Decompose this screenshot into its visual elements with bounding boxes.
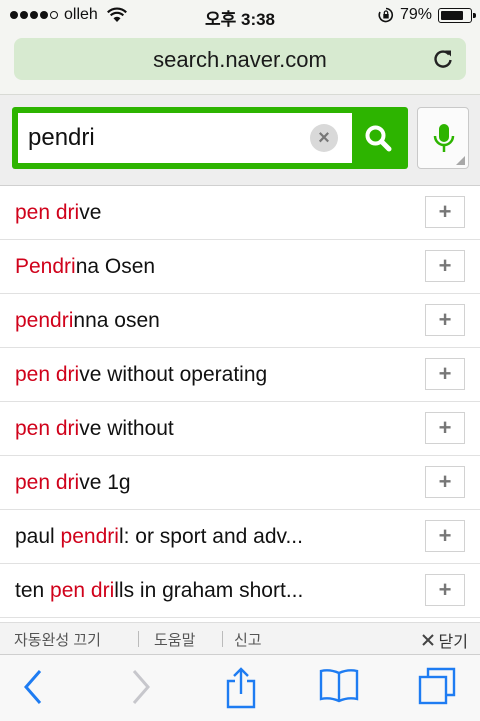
footer-divider bbox=[138, 631, 139, 647]
suggestion-item[interactable]: paul pendril: or sport and adv... + bbox=[0, 510, 480, 564]
status-bar: olleh 오후 3:38 79% bbox=[0, 0, 480, 32]
search-input[interactable]: pendri × bbox=[18, 113, 352, 163]
suggestion-match-text: pen dri bbox=[15, 363, 80, 386]
help-link[interactable]: 도움말 bbox=[154, 629, 195, 650]
address-bar-area: search.naver.com bbox=[0, 32, 480, 95]
bookmarks-icon[interactable] bbox=[318, 667, 360, 703]
report-link[interactable]: 신고 bbox=[234, 629, 262, 650]
suggestion-item[interactable]: pen drive without + bbox=[0, 402, 480, 456]
suggestion-item[interactable]: pen drive 1g + bbox=[0, 456, 480, 510]
rotation-lock-icon bbox=[378, 7, 394, 23]
close-icon bbox=[421, 634, 434, 646]
autocomplete-list: pen drive + Pendrina Osen + pendrinna osen + p… bbox=[0, 186, 480, 618]
search-box: pendri × bbox=[12, 107, 408, 169]
suggestion-rest-text: ve without operating bbox=[79, 363, 268, 386]
suggestion-text[interactable]: pen drive without bbox=[15, 417, 174, 441]
suggestion-text[interactable]: pen drive bbox=[15, 201, 101, 225]
suggestion-rest-text: ve bbox=[79, 201, 102, 224]
suggestion-item[interactable]: pendrinna osen + bbox=[0, 294, 480, 348]
address-bar[interactable]: search.naver.com bbox=[14, 38, 466, 80]
suggestion-text[interactable]: Pendrina Osen bbox=[15, 255, 155, 279]
battery-percent: 79% bbox=[399, 6, 432, 23]
reload-icon[interactable] bbox=[432, 48, 454, 70]
search-area: pendri × bbox=[0, 95, 480, 186]
microphone-icon bbox=[433, 124, 455, 152]
suggestion-rest-text: na Osen bbox=[75, 255, 156, 278]
footer-divider bbox=[222, 631, 223, 647]
suggestion-item[interactable]: Pendrina Osen + bbox=[0, 240, 480, 294]
autocomplete-footer: 자동완성 끄기 도움말 신고 닫기 bbox=[0, 622, 480, 655]
add-to-search-button[interactable]: + bbox=[425, 574, 465, 606]
suggestion-match-text: pen dri bbox=[50, 579, 115, 602]
add-to-search-button[interactable]: + bbox=[425, 520, 465, 552]
url-text[interactable]: search.naver.com bbox=[14, 47, 466, 73]
suggestion-match-text: pen dri bbox=[15, 417, 80, 440]
suggestion-rest-text: l: or sport and adv... bbox=[118, 525, 303, 548]
suggestion-text[interactable]: pen drive 1g bbox=[15, 471, 131, 495]
clear-input-icon[interactable]: × bbox=[310, 124, 338, 152]
suggestion-text[interactable]: pendrinna osen bbox=[15, 309, 160, 333]
suggestion-rest-text: ve 1g bbox=[79, 471, 131, 494]
suggestion-rest-text: paul bbox=[15, 525, 61, 548]
suggestion-item[interactable]: pen drive + bbox=[0, 186, 480, 240]
search-button[interactable] bbox=[354, 113, 402, 163]
suggestion-match-text: pen dri bbox=[15, 201, 80, 224]
close-label[interactable]: 닫기 bbox=[439, 628, 468, 652]
suggestion-match-text: pendri bbox=[60, 525, 119, 548]
back-icon[interactable] bbox=[20, 667, 48, 707]
search-icon bbox=[365, 125, 392, 152]
suggestion-text[interactable]: paul pendril: or sport and adv... bbox=[15, 525, 303, 549]
add-to-search-button[interactable]: + bbox=[425, 196, 465, 228]
suggestion-rest-text: ten bbox=[15, 579, 51, 602]
add-to-search-button[interactable]: + bbox=[425, 250, 465, 282]
browser-toolbar bbox=[0, 654, 480, 721]
suggestion-text[interactable]: pen drive without operating bbox=[15, 363, 267, 387]
suggestion-item[interactable]: pen drive without operating + bbox=[0, 348, 480, 402]
suggestion-match-text: pendri bbox=[15, 309, 74, 332]
close-button[interactable]: 닫기 bbox=[421, 628, 468, 652]
suggestion-text[interactable]: ten pen drills in graham short... bbox=[15, 579, 303, 603]
forward-icon[interactable] bbox=[126, 667, 154, 707]
suggestion-rest-text: ve without bbox=[79, 417, 174, 440]
autocomplete-off-link[interactable]: 자동완성 끄기 bbox=[14, 629, 101, 650]
suggestion-match-text: Pendri bbox=[15, 255, 76, 278]
add-to-search-button[interactable]: + bbox=[425, 358, 465, 390]
mic-corner-indicator bbox=[456, 156, 465, 165]
battery-fill bbox=[441, 10, 464, 20]
add-to-search-button[interactable]: + bbox=[425, 412, 465, 444]
voice-search-button[interactable] bbox=[417, 107, 469, 169]
suggestion-match-text: pen dri bbox=[15, 471, 80, 494]
add-to-search-button[interactable]: + bbox=[425, 466, 465, 498]
suggestion-rest-text: nna osen bbox=[73, 309, 160, 332]
suggestion-rest-text: lls in graham short... bbox=[114, 579, 304, 602]
share-icon[interactable] bbox=[224, 667, 258, 709]
tabs-icon[interactable] bbox=[418, 667, 458, 707]
suggestion-item[interactable]: ten pen drills in graham short... + bbox=[0, 564, 480, 618]
status-right: 79% bbox=[378, 6, 476, 24]
add-to-search-button[interactable]: + bbox=[425, 304, 465, 336]
search-input-value[interactable]: pendri bbox=[28, 124, 95, 152]
battery-icon bbox=[438, 7, 476, 23]
